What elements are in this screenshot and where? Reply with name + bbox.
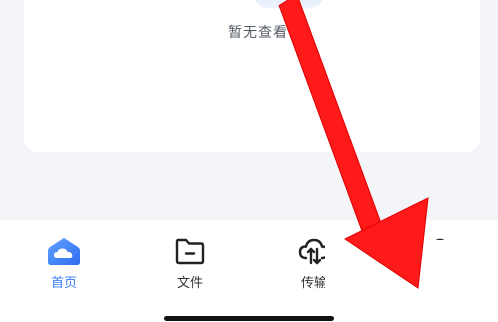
image-overlay-patch bbox=[325, 240, 498, 322]
home-cloud-icon bbox=[48, 238, 80, 265]
recent-view-card: 暂无查看记 bbox=[24, 0, 480, 152]
home-indicator bbox=[164, 316, 334, 321]
tab-files[interactable]: 文件 bbox=[160, 236, 220, 291]
tab-home-label: 首页 bbox=[50, 276, 77, 291]
tab-files-label: 文件 bbox=[176, 276, 203, 291]
empty-state-text: 暂无查看记 bbox=[228, 25, 303, 41]
folder-icon bbox=[175, 238, 205, 265]
empty-state-illustration bbox=[254, 0, 324, 8]
tab-home[interactable]: 首页 bbox=[34, 236, 94, 291]
